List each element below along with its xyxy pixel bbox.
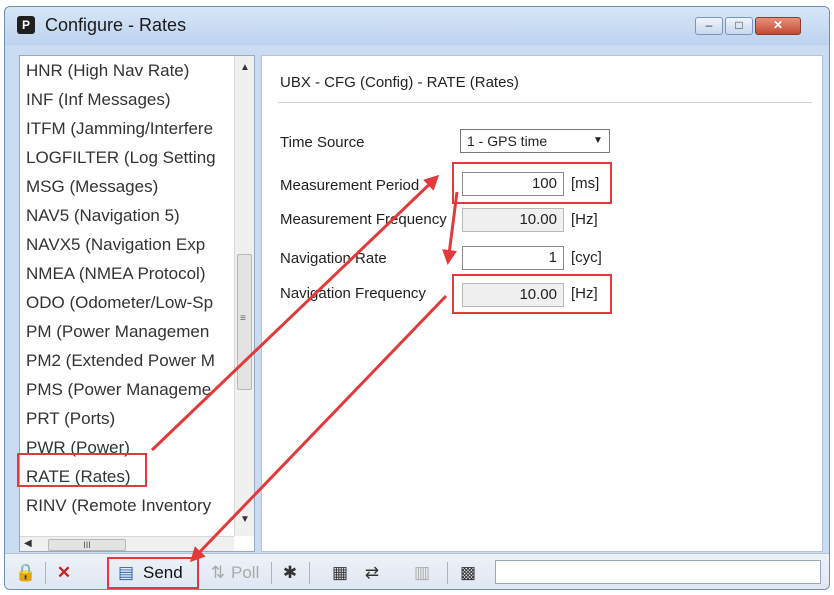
list-item[interactable]: NMEA (NMEA Protocol) — [26, 263, 232, 285]
list-item[interactable]: LOGFILTER (Log Setting — [26, 147, 232, 169]
configure-window: P Configure - Rates – □ ✕ HNR (High Nav … — [4, 6, 830, 590]
close-button[interactable]: ✕ — [755, 17, 801, 35]
minimize-button[interactable]: – — [695, 17, 723, 35]
navigation-frequency-highlight — [452, 274, 612, 314]
config-tools-icon[interactable]: ✱ — [279, 562, 301, 584]
lock-icon[interactable]: 🔒 — [15, 562, 37, 584]
measurement-period-label: Measurement Period — [280, 177, 420, 194]
list-item[interactable]: NAVX5 (Navigation Exp — [26, 234, 232, 256]
scroll-left-icon[interactable]: ◀ — [24, 538, 32, 549]
list-item[interactable]: MSG (Messages) — [26, 176, 232, 198]
measurement-frequency-label: Measurement Frequency — [280, 211, 447, 228]
document-icon: ▥ — [413, 563, 431, 582]
binoculars-icon[interactable]: ▩ — [457, 562, 479, 584]
poll-button: Poll — [231, 563, 260, 582]
toolbar-separator — [309, 562, 310, 584]
maximize-button[interactable]: □ — [725, 17, 753, 35]
load-file-icon[interactable]: ▦ — [329, 562, 351, 584]
navigation-rate-unit: [cyc] — [571, 249, 602, 266]
list-item[interactable]: PM2 (Extended Power M — [26, 350, 232, 372]
toolbar-separator — [447, 562, 448, 584]
list-item[interactable]: ODO (Odometer/Low-Sp — [26, 292, 232, 314]
time-source-label: Time Source — [280, 134, 365, 151]
list-item[interactable]: PRT (Ports) — [26, 408, 232, 430]
navigation-frequency-label: Navigation Frequency — [280, 285, 426, 302]
navigation-rate-input[interactable]: 1 — [462, 246, 564, 270]
list-item[interactable]: HNR (High Nav Rate) — [26, 60, 232, 82]
horizontal-scrollbar[interactable]: ◀ III — [20, 536, 234, 551]
time-source-value: 1 - GPS time — [467, 133, 548, 149]
toolbar-status-field[interactable] — [495, 560, 821, 584]
navigation-rate-label: Navigation Rate — [280, 250, 387, 267]
list-item[interactable]: INF (Inf Messages) — [26, 89, 232, 111]
header-divider — [278, 102, 812, 103]
config-panel: UBX - CFG (Config) - RATE (Rates) Time S… — [261, 55, 823, 552]
measurement-frequency-unit: [Hz] — [571, 211, 598, 228]
window-title: Configure - Rates — [45, 15, 187, 35]
panel-header: UBX - CFG (Config) - RATE (Rates) — [280, 74, 519, 91]
scroll-down-icon[interactable]: ▼ — [240, 514, 250, 525]
bottom-toolbar: 🔒 ✕ ▤ Send ⇅ Poll ✱ ▦ ⇄ ▥ ▩ — [5, 553, 829, 589]
list-item[interactable]: PM (Power Managemen — [26, 321, 232, 343]
toolbar-separator — [45, 562, 46, 584]
send-button[interactable]: ▤ Send — [111, 560, 195, 586]
toolbar-separator — [271, 562, 272, 584]
title-bar[interactable]: P Configure - Rates – □ ✕ — [5, 7, 829, 45]
list-item[interactable]: ITFM (Jamming/Interfere — [26, 118, 232, 140]
vertical-scroll-thumb[interactable]: ≡ — [237, 254, 252, 390]
list-item[interactable]: NAV5 (Navigation 5) — [26, 205, 232, 227]
list-item[interactable]: PMS (Power Manageme — [26, 379, 232, 401]
grip-icon: ≡ — [240, 313, 246, 324]
chevron-down-icon[interactable]: ▼ — [589, 132, 607, 150]
poll-icon: ⇅ — [210, 563, 226, 582]
horizontal-scroll-thumb[interactable]: III — [48, 539, 126, 551]
vertical-scrollbar[interactable]: ▲ ≡ ▼ — [234, 56, 254, 536]
measurement-period-highlight — [452, 162, 612, 204]
revert-icon[interactable]: ✕ — [53, 562, 75, 584]
app-icon: P — [17, 16, 35, 34]
rate-item-highlight — [17, 453, 147, 487]
transfer-icon[interactable]: ⇄ — [361, 562, 383, 584]
time-source-select[interactable]: 1 - GPS time ▼ — [460, 129, 610, 153]
send-icon: ▤ — [117, 563, 135, 582]
measurement-frequency-field: 10.00 — [462, 208, 564, 232]
send-label: Send — [143, 563, 183, 582]
scroll-up-icon[interactable]: ▲ — [240, 62, 250, 73]
list-item[interactable]: RINV (Remote Inventory — [26, 495, 232, 517]
